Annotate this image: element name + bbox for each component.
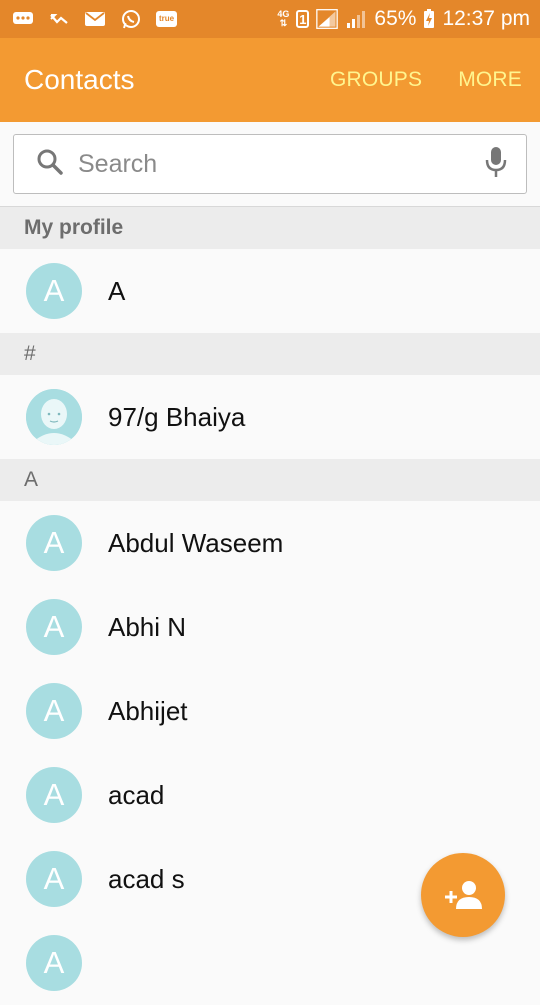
add-contact-button[interactable]: [421, 853, 505, 937]
network-type-icon: 4G ⇅: [277, 9, 290, 28]
page-title: Contacts: [24, 64, 135, 95]
contact-row[interactable]: 97/g Bhaiya: [0, 375, 540, 459]
search-icon: [36, 148, 64, 181]
contact-row[interactable]: A Abhijet: [0, 669, 540, 753]
search-box[interactable]: [13, 134, 527, 194]
battery-charging-icon: [423, 9, 435, 28]
section-header-a: A: [0, 459, 540, 501]
microphone-icon[interactable]: [484, 145, 508, 184]
section-header-hash: #: [0, 333, 540, 375]
section-header-my-profile: My profile: [0, 207, 540, 249]
contact-name: 97/g Bhaiya: [108, 401, 246, 432]
contact-name: acad: [108, 779, 165, 810]
contact-row[interactable]: A Abhi N: [0, 585, 540, 669]
carrier-app-icon: true: [156, 11, 178, 27]
notification-icons: true: [12, 10, 178, 29]
contact-name: acad s: [108, 863, 185, 894]
contact-row[interactable]: A Abdul Waseem: [0, 501, 540, 585]
my-profile-row[interactable]: A A: [0, 249, 540, 333]
face-icon: [26, 389, 82, 445]
avatar: A: [26, 263, 82, 319]
contact-name: A: [108, 275, 126, 306]
avatar: A: [26, 683, 82, 739]
message-icon: [12, 10, 34, 28]
status-bar: true 4G ⇅ 1 65% 12:37 pm: [0, 0, 540, 38]
missed-call-icon: [48, 10, 70, 28]
whatsapp-icon: [120, 10, 142, 29]
app-bar-actions: GROUPS MORE: [330, 68, 522, 92]
system-icons: 4G ⇅ 1 65% 12:37 pm: [277, 7, 530, 31]
signal-icon-2: [345, 10, 367, 28]
groups-button[interactable]: GROUPS: [330, 68, 422, 92]
sim-indicator: 1: [296, 10, 310, 28]
avatar: A: [26, 935, 82, 991]
avatar: A: [26, 515, 82, 571]
search-input[interactable]: [76, 148, 484, 180]
signal-icon: [316, 9, 339, 29]
avatar: A: [26, 767, 82, 823]
battery-percent: 65%: [374, 7, 417, 30]
contact-name: Abhi N: [108, 611, 187, 642]
contact-name: Abdul Waseem: [108, 527, 284, 558]
contact-row[interactable]: A acad: [0, 753, 540, 837]
avatar: A: [26, 599, 82, 655]
app-bar: Contacts GROUPS MORE: [0, 38, 540, 122]
mail-icon: [84, 10, 106, 28]
more-button[interactable]: MORE: [458, 68, 522, 92]
add-person-icon: [445, 881, 482, 909]
search-container: [0, 122, 540, 207]
clock: 12:37 pm: [442, 7, 530, 30]
contact-name: Abhijet: [108, 695, 188, 726]
avatar: A: [26, 851, 82, 907]
